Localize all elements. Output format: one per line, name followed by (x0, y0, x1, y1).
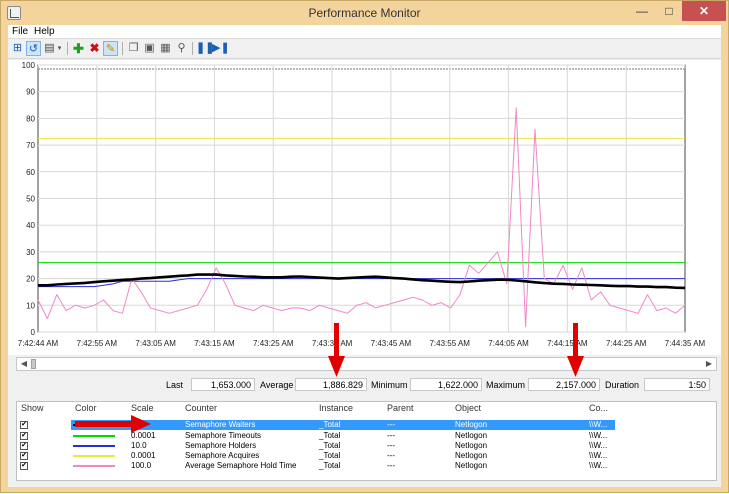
red-arrow-icon (328, 323, 345, 377)
performance-monitor-window: Performance Monitor — □ ✕ File Help ⊞ ↺ … (0, 0, 729, 493)
annotation-overlay (75, 323, 584, 433)
red-arrow-icon (567, 323, 584, 377)
red-arrow-icon (75, 415, 151, 433)
